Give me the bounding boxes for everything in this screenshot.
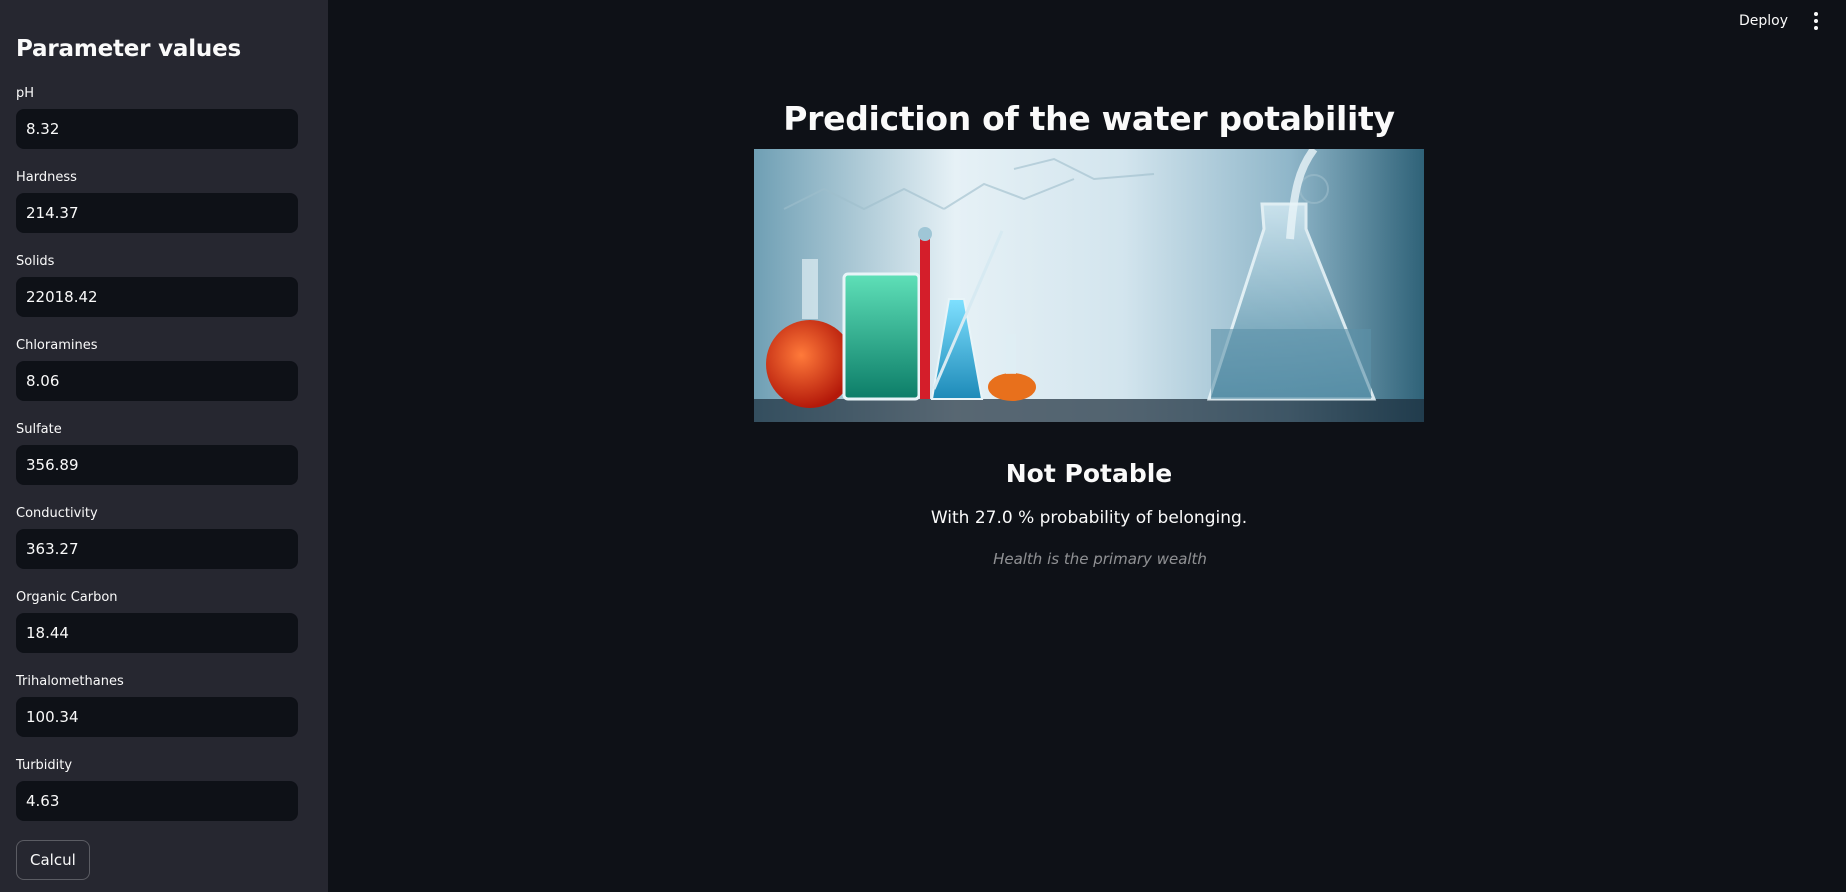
field-chloramines: Chloramines: [16, 336, 312, 420]
calcul-button[interactable]: Calcul: [16, 840, 90, 880]
deploy-button[interactable]: Deploy: [1739, 13, 1788, 29]
lab-glassware-image: [754, 149, 1424, 422]
field-sulfate: Sulfate: [16, 420, 312, 504]
vertical-dots-icon[interactable]: [1810, 10, 1822, 32]
main-area: Deploy Prediction of the water potabilit…: [328, 0, 1846, 892]
field-solids: Solids: [16, 252, 312, 336]
ph-input[interactable]: [16, 109, 298, 149]
field-hardness: Hardness: [16, 168, 312, 252]
field-organic-carbon: Organic Carbon: [16, 588, 312, 672]
field-label-ph: pH: [16, 86, 35, 101]
hardness-input[interactable]: [16, 193, 298, 233]
field-label-solids: Solids: [16, 254, 55, 269]
top-toolbar: Deploy: [1739, 0, 1846, 42]
turbidity-input[interactable]: [16, 781, 298, 821]
result-title: Not Potable: [1005, 459, 1173, 488]
field-conductivity: Conductivity: [16, 504, 312, 588]
field-label-hardness: Hardness: [16, 170, 77, 185]
field-label-trihalomethanes: Trihalomethanes: [16, 674, 124, 689]
conductivity-input[interactable]: [16, 529, 298, 569]
field-label-conductivity: Conductivity: [16, 506, 98, 521]
sidebar-title: Parameter values: [16, 36, 241, 62]
field-label-turbidity: Turbidity: [16, 758, 73, 773]
field-label-organic-carbon: Organic Carbon: [16, 590, 118, 605]
solids-input[interactable]: [16, 277, 298, 317]
sidebar: Parameter values pH Hardness Solids Chlo…: [0, 0, 328, 892]
organic-carbon-input[interactable]: [16, 613, 298, 653]
field-label-sulfate: Sulfate: [16, 422, 62, 437]
field-turbidity: Turbidity: [16, 756, 312, 840]
field-trihalomethanes: Trihalomethanes: [16, 672, 312, 756]
chloramines-input[interactable]: [16, 361, 298, 401]
field-ph: pH: [16, 84, 312, 168]
field-label-chloramines: Chloramines: [16, 338, 98, 353]
sulfate-input[interactable]: [16, 445, 298, 485]
page-title: Prediction of the water potability: [783, 99, 1395, 138]
app-root: Parameter values pH Hardness Solids Chlo…: [0, 0, 1846, 892]
result-probability-text: With 27.0 % probability of belonging.: [930, 508, 1248, 528]
caption: Health is the primary wealth: [993, 550, 1207, 568]
main-content: Prediction of the water potability Not P…: [754, 96, 1424, 570]
trihalomethanes-input[interactable]: [16, 697, 298, 737]
